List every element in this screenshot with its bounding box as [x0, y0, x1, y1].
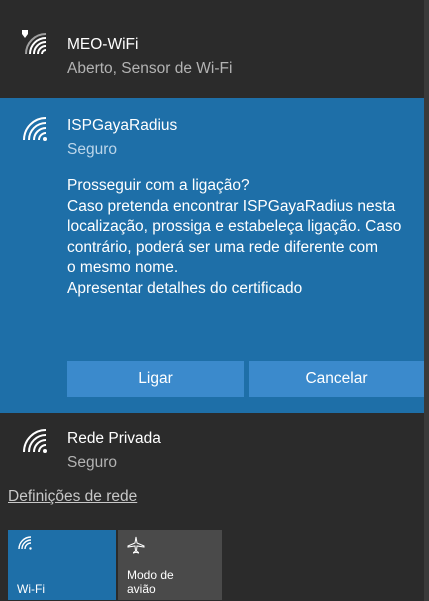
network-item-ispgayaradius[interactable]: ISPGayaRadius Seguro Prosseguir com a li… — [0, 98, 424, 413]
airplane-icon — [127, 536, 145, 559]
wifi-open-shield-icon — [20, 30, 50, 56]
prompt-line: contrário, poderá ser uma rede diferente… — [67, 238, 379, 256]
network-status: Seguro — [67, 141, 117, 158]
prompt-question: Prosseguir com a ligação? — [67, 177, 250, 194]
wifi-icon — [17, 536, 33, 555]
certificate-details-link[interactable]: Apresentar detalhes do certificado — [67, 279, 422, 300]
airplane-mode-tile[interactable]: Modo de avião — [118, 530, 222, 600]
network-name: Rede Privada — [67, 430, 161, 447]
network-item-meo-wifi[interactable]: MEO-WiFi Aberto, Sensor de Wi-Fi — [0, 0, 424, 96]
cancel-button[interactable]: Cancelar — [249, 361, 424, 397]
network-status: Aberto, Sensor de Wi-Fi — [67, 60, 233, 77]
prompt-line: Caso pretenda encontrar ISPGayaRadius ne… — [67, 197, 396, 215]
wifi-icon — [20, 428, 50, 454]
connect-button[interactable]: Ligar — [67, 361, 244, 397]
tile-label-line: Modo de — [127, 568, 174, 582]
tile-label: Wi-Fi — [17, 582, 45, 596]
wifi-flyout: MEO-WiFi Aberto, Sensor de Wi-Fi ISPGaya… — [0, 0, 429, 601]
wifi-toggle-tile[interactable]: Wi-Fi — [8, 530, 116, 600]
connection-prompt: Prosseguir com a ligação? Caso pretenda … — [67, 176, 422, 299]
scrollbar[interactable] — [424, 0, 429, 601]
network-name: MEO-WiFi — [67, 36, 139, 53]
tile-label: Modo de avião — [127, 568, 174, 596]
network-name: ISPGayaRadius — [67, 117, 178, 134]
tile-label-line: avião — [127, 582, 156, 596]
prompt-line: o mesmo nome. — [67, 259, 179, 276]
prompt-line: localização, prossiga e estabeleça ligaç… — [67, 218, 402, 235]
wifi-icon — [20, 116, 50, 142]
network-status: Seguro — [67, 454, 117, 471]
network-item-rede-privada[interactable]: Rede Privada Seguro — [0, 418, 424, 482]
network-settings-link[interactable]: Definições de rede — [8, 488, 137, 506]
